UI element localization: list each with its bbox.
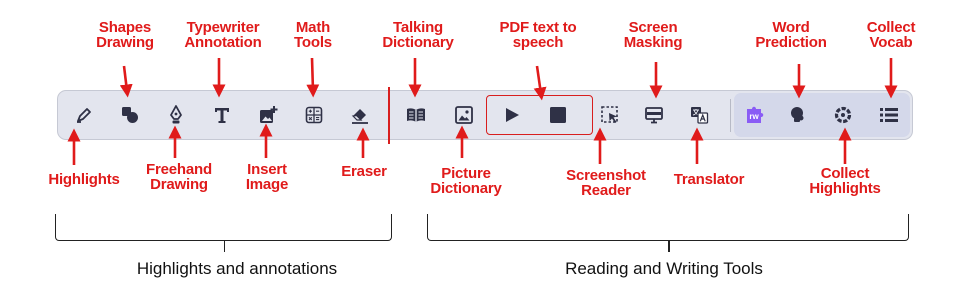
label-highlights: Highlights xyxy=(48,171,120,188)
label-eraser: Eraser xyxy=(341,163,387,180)
label-math-tools: Math Tools xyxy=(294,19,332,51)
arrow-pdf xyxy=(533,65,547,101)
label-collect-vocab: Collect Vocab xyxy=(866,19,916,51)
bracket-reading-writing-tools xyxy=(427,214,909,252)
label-freehand-drawing: Freehand Drawing xyxy=(146,161,212,193)
label-typewriter-annotation: Typewriter Annotation xyxy=(184,19,262,51)
label-talking-dictionary: Talking Dictionary xyxy=(382,19,454,51)
arrow-math xyxy=(306,57,320,98)
group-label-highlights-annotations: Highlights and annotations xyxy=(136,259,338,278)
label-translator: Translator xyxy=(673,171,745,188)
label-screenshot-reader: Screenshot Reader xyxy=(566,167,646,199)
label-collect-highlights: Collect Highlights xyxy=(809,165,881,197)
label-picture-dictionary: Picture Dictionary xyxy=(430,165,502,197)
label-screen-masking: Screen Masking xyxy=(623,19,683,51)
label-word-prediction: Word Prediction xyxy=(755,19,827,51)
label-shapes-drawing: Shapes Drawing xyxy=(96,19,154,51)
label-pdf-tts: PDF text to speech xyxy=(499,19,577,51)
label-insert-image: Insert Image xyxy=(245,161,289,193)
group-label-reading-writing-tools: Reading and Writing Tools xyxy=(565,259,763,278)
bracket-highlights-annotations xyxy=(55,214,392,252)
bracket-tick xyxy=(668,240,670,252)
arrow-shapes xyxy=(119,65,133,98)
bracket-tick xyxy=(223,240,225,252)
